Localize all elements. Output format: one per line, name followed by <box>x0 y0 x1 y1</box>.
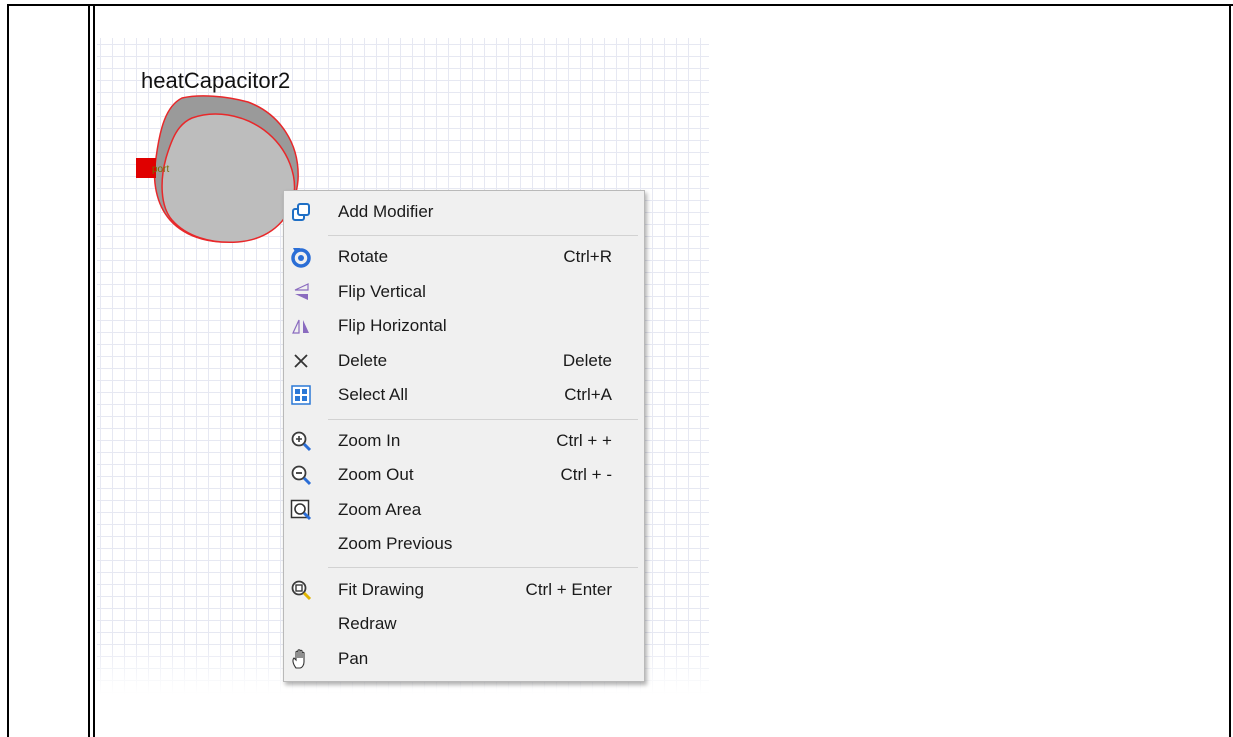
menu-item-redraw[interactable]: Redraw <box>284 609 644 639</box>
menu-item-zoom-area[interactable]: Zoom Area <box>284 495 644 525</box>
flip-vertical-icon <box>294 283 309 300</box>
menu-item-shortcut: Ctrl + + <box>556 431 612 450</box>
menu-item-shortcut: Ctrl+R <box>563 247 612 266</box>
context-menu: Add Modifier Rotate Ctrl+R Flip Vertical… <box>283 190 645 682</box>
menu-separator <box>328 567 638 568</box>
menu-item-select-all[interactable]: Select All Ctrl+A <box>284 380 644 410</box>
menu-item-pan[interactable]: Pan <box>284 644 644 674</box>
fit-drawing-icon <box>291 580 312 601</box>
add-modifier-icon <box>292 203 310 221</box>
menu-item-label: Zoom Out <box>338 465 414 484</box>
zoom-out-icon <box>291 465 312 486</box>
menu-item-flip-horizontal[interactable]: Flip Horizontal <box>284 311 644 341</box>
menu-item-label: Flip Vertical <box>338 282 426 301</box>
menu-item-flip-vertical[interactable]: Flip Vertical <box>284 277 644 307</box>
flip-horizontal-icon <box>292 319 309 334</box>
menu-item-rotate[interactable]: Rotate Ctrl+R <box>284 242 644 272</box>
table-border-left <box>7 4 9 737</box>
menu-item-delete[interactable]: Delete Delete <box>284 346 644 376</box>
menu-item-label: Add Modifier <box>338 202 434 221</box>
table-column-divider <box>88 4 90 737</box>
menu-item-zoom-in[interactable]: Zoom In Ctrl + + <box>284 426 644 456</box>
zoom-in-icon <box>291 431 312 452</box>
port-label: port <box>152 164 169 175</box>
menu-item-zoom-previous[interactable]: Zoom Previous <box>284 529 644 559</box>
menu-item-shortcut: Ctrl + - <box>560 465 612 484</box>
menu-separator <box>328 419 638 420</box>
menu-item-fit-drawing[interactable]: Fit Drawing Ctrl + Enter <box>284 575 644 605</box>
menu-item-add-modifier[interactable]: Add Modifier <box>284 197 644 227</box>
table-border-right <box>1229 4 1231 737</box>
menu-separator <box>328 235 638 236</box>
menu-item-shortcut: Ctrl+A <box>564 385 612 404</box>
menu-item-label: Flip Horizontal <box>338 316 447 335</box>
menu-item-label: Fit Drawing <box>338 580 424 599</box>
menu-item-zoom-out[interactable]: Zoom Out Ctrl + - <box>284 460 644 490</box>
table-column-divider <box>93 4 95 737</box>
menu-item-shortcut: Ctrl + Enter <box>525 580 612 599</box>
menu-item-label: Select All <box>338 385 408 404</box>
rotate-icon <box>291 248 311 268</box>
menu-item-label: Delete <box>338 351 388 370</box>
menu-item-label: Redraw <box>338 614 397 633</box>
menu-item-label: Zoom Previous <box>338 534 453 553</box>
menu-item-shortcut: Delete <box>562 351 612 370</box>
pan-icon <box>292 649 305 669</box>
table-border-top <box>7 4 1233 6</box>
zoom-area-icon <box>290 499 312 521</box>
menu-item-label: Zoom In <box>338 431 401 450</box>
delete-icon <box>294 354 308 368</box>
menu-item-label: Zoom Area <box>338 500 422 519</box>
menu-item-label: Pan <box>338 649 369 668</box>
menu-item-label: Rotate <box>338 247 389 266</box>
select-all-icon <box>291 385 311 405</box>
